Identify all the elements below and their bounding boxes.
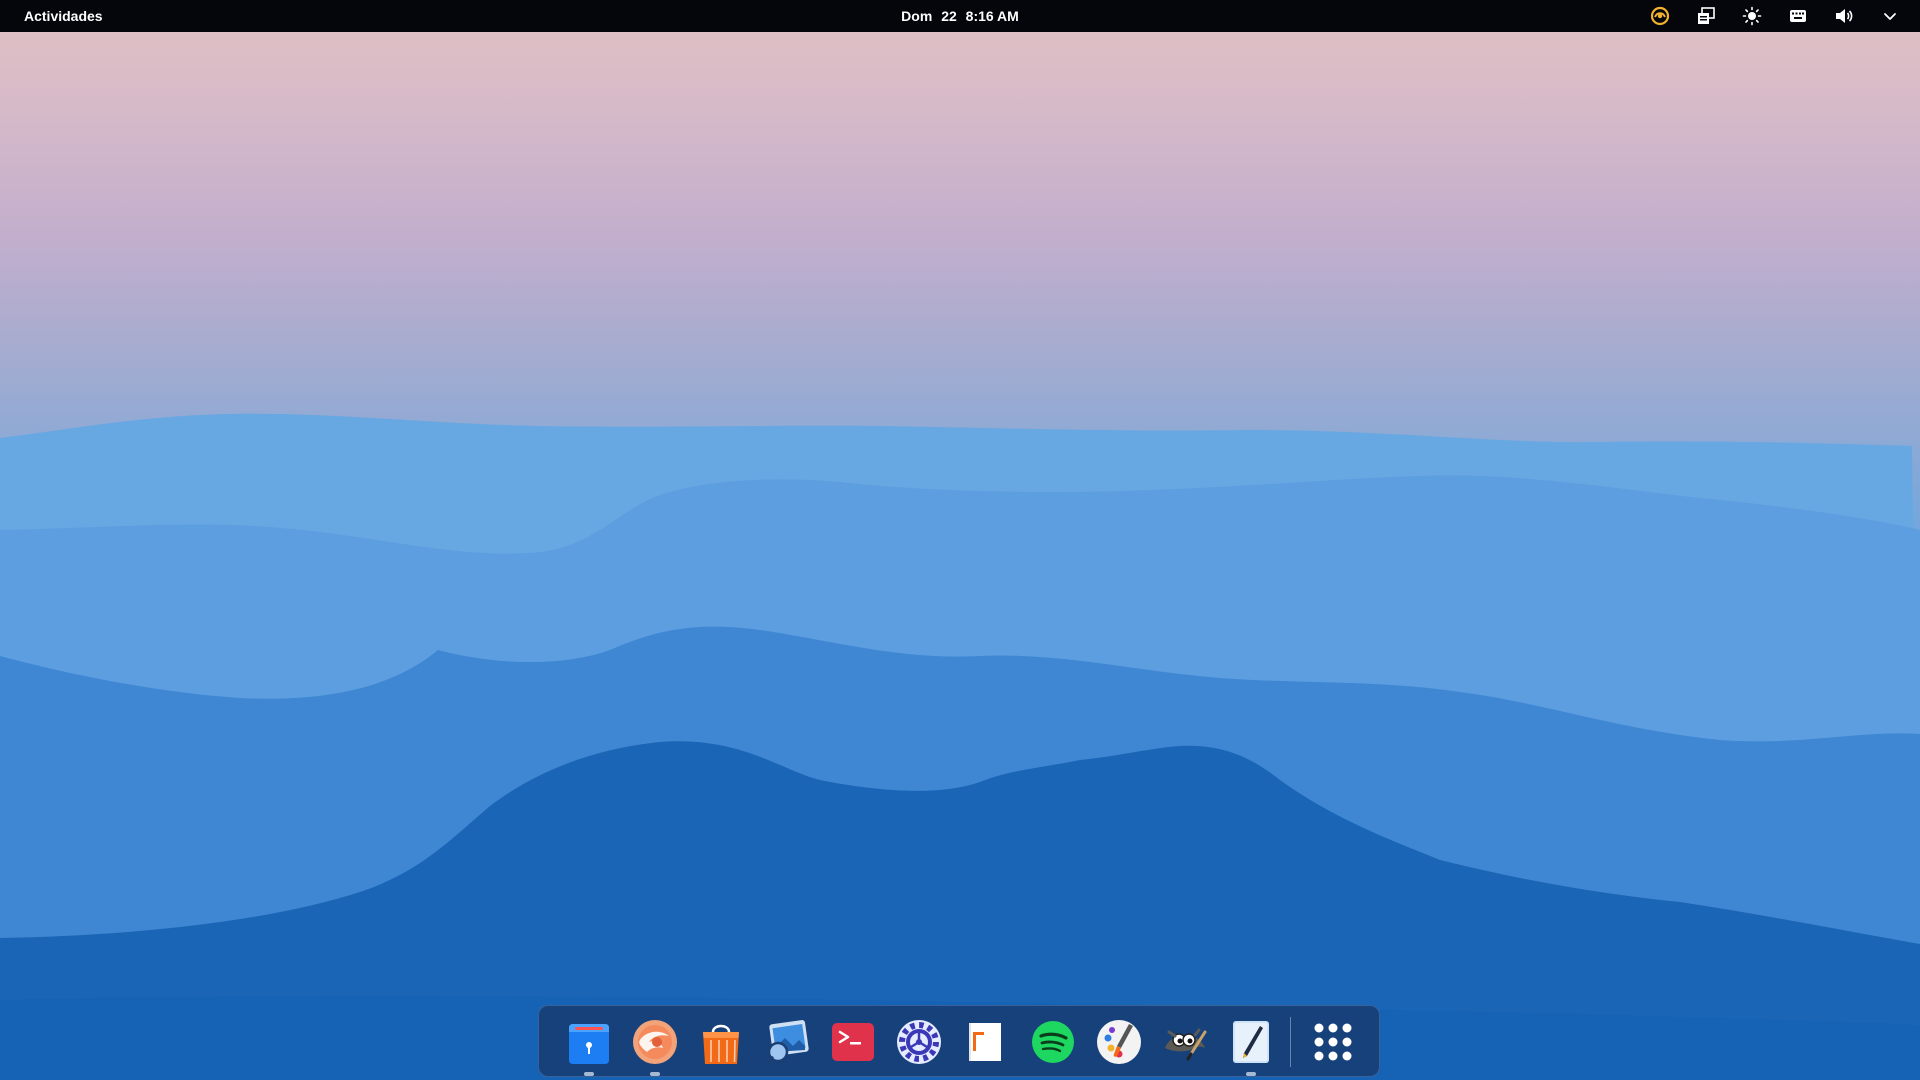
text-editor-app[interactable] <box>961 1018 1009 1066</box>
terminal-app[interactable] <box>829 1018 877 1066</box>
software-center-app[interactable] <box>697 1018 745 1066</box>
dock-separator <box>1290 1017 1291 1067</box>
browser-app[interactable] <box>631 1018 679 1076</box>
app-grid-icon <box>1314 1023 1352 1061</box>
chevron-down-icon[interactable] <box>1874 2 1906 30</box>
cloud-sync-icon[interactable] <box>1644 2 1676 30</box>
paint-app[interactable] <box>1095 1018 1143 1066</box>
browser-icon <box>633 1020 677 1064</box>
running-indicator <box>650 1072 660 1076</box>
files-app[interactable] <box>565 1018 613 1076</box>
running-indicator <box>584 1072 594 1076</box>
shopping-bag-icon <box>703 1024 739 1064</box>
folder-icon <box>569 1024 609 1064</box>
screenshot-icon[interactable] <box>1690 2 1722 30</box>
spotify-app[interactable] <box>1029 1018 1077 1066</box>
gear-icon <box>897 1020 941 1064</box>
brightness-icon[interactable] <box>1736 2 1768 30</box>
pen-icon <box>1233 1021 1269 1063</box>
notes-app[interactable] <box>1227 1018 1275 1076</box>
dock <box>538 1005 1380 1077</box>
document-icon <box>969 1023 1001 1061</box>
running-indicator <box>1246 1072 1256 1076</box>
terminal-icon <box>832 1023 874 1061</box>
image-viewer-app[interactable] <box>763 1018 811 1066</box>
photo-viewer-icon <box>765 1020 809 1066</box>
clock-day: Dom <box>901 8 933 24</box>
gimp-app[interactable] <box>1161 1018 1209 1066</box>
spotify-icon <box>1032 1021 1074 1063</box>
keyboard-icon[interactable] <box>1782 2 1814 30</box>
clock-date: 22 <box>941 8 957 24</box>
settings-app[interactable] <box>895 1018 943 1066</box>
gimp-icon <box>1165 1028 1207 1061</box>
system-tray <box>1630 0 1906 32</box>
desktop: Actividades Dom 22 8:16 AM <box>0 0 1920 1080</box>
clock-time: 8:16 AM <box>965 8 1019 24</box>
paint-brush-icon <box>1097 1020 1141 1064</box>
activities-button[interactable]: Actividades <box>12 4 115 28</box>
clock-button[interactable]: Dom 22 8:16 AM <box>891 4 1029 28</box>
top-bar: Actividades Dom 22 8:16 AM <box>0 0 1920 32</box>
show-apps-button[interactable] <box>1309 1018 1357 1066</box>
volume-icon[interactable] <box>1828 2 1860 30</box>
wallpaper <box>0 413 1920 1080</box>
